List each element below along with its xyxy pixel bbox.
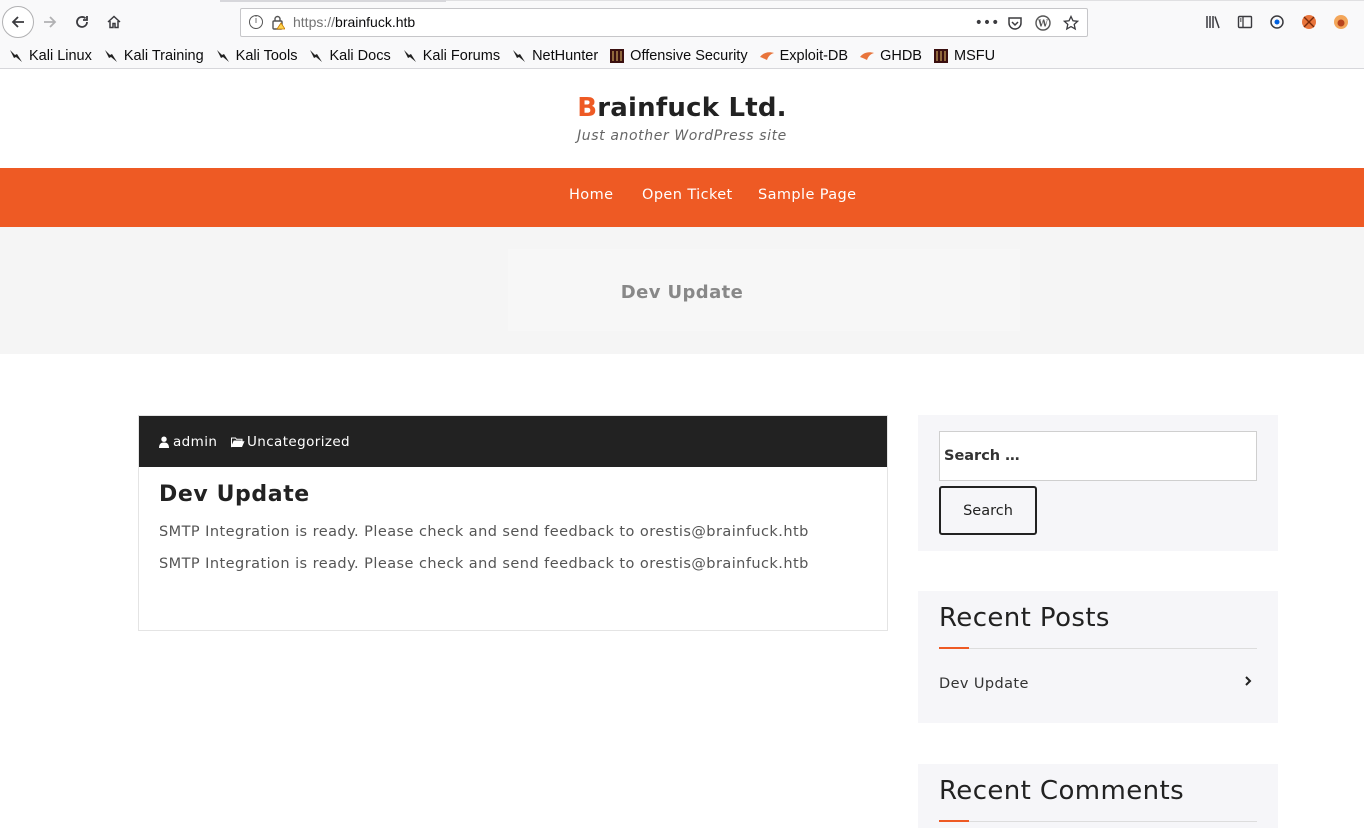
post-category-name: Uncategorized — [247, 434, 351, 450]
nav-sample-page[interactable]: Sample Page — [758, 187, 856, 203]
bookmark-offensive-security[interactable]: Offensive Security — [609, 48, 748, 64]
bookmark-label: GHDB — [880, 48, 922, 64]
offsec-icon — [609, 48, 625, 64]
recent-posts-title: Recent Posts — [939, 603, 1110, 633]
bookmark-kali-docs[interactable]: Kali Docs — [308, 48, 391, 64]
recent-posts-widget: Recent Posts Dev Update — [918, 591, 1278, 723]
post-meta-bar: admin Uncategorized — [139, 416, 887, 467]
bookmark-kali-linux[interactable]: Kali Linux — [8, 48, 92, 64]
bookmark-label: Exploit-DB — [779, 48, 849, 64]
tab-strip-edge — [220, 0, 446, 2]
banner-title: Dev Update — [620, 282, 744, 303]
folder-open-icon — [231, 437, 245, 447]
kali-dragon-icon — [402, 48, 418, 64]
pocket-icon[interactable] — [1003, 12, 1027, 34]
main-navigation: Home Open Ticket Sample Page — [0, 168, 1364, 227]
bookmark-exploit-db[interactable]: Exploit-DB — [759, 48, 849, 64]
back-button[interactable] — [2, 6, 34, 38]
bookmark-msfu[interactable]: MSFU — [933, 48, 995, 64]
kali-dragon-icon — [103, 48, 119, 64]
arrow-left-icon — [11, 16, 24, 28]
bookmark-kali-forums[interactable]: Kali Forums — [402, 48, 500, 64]
bookmark-label: Kali Docs — [329, 48, 391, 64]
nav-home[interactable]: Home — [569, 187, 613, 203]
foxyproxy-icon[interactable] — [1328, 11, 1354, 33]
bookmark-label: Kali Forums — [422, 48, 501, 64]
bookmark-ghdb[interactable]: GHDB — [859, 48, 922, 64]
site-title-initial: B — [577, 93, 598, 123]
widget-divider — [939, 648, 1257, 649]
site-title-rest: rainfuck Ltd. — [597, 93, 787, 123]
arrow-right-icon — [44, 16, 57, 28]
offsec-icon — [933, 48, 949, 64]
site-header: Brainfuck Ltd. Just another WordPress si… — [0, 69, 1364, 168]
bookmark-kali-tools[interactable]: Kali Tools — [215, 48, 298, 64]
page-actions-icon[interactable]: ••• — [975, 12, 1000, 34]
library-icon[interactable] — [1200, 11, 1226, 33]
post-paragraph: SMTP Integration is ready. Please check … — [159, 524, 809, 540]
widget-accent-line — [939, 820, 969, 822]
exploitdb-icon — [759, 48, 775, 64]
bookmark-kali-training[interactable]: Kali Training — [103, 48, 204, 64]
exploitdb-icon — [859, 48, 875, 64]
reload-button[interactable] — [66, 6, 98, 38]
nav-open-ticket[interactable]: Open Ticket — [642, 187, 733, 203]
url-bar[interactable]: i https://brainfuck.htb ••• W — [240, 8, 1088, 37]
home-button[interactable] — [98, 6, 130, 38]
home-icon — [107, 15, 121, 29]
post-author-name: admin — [173, 434, 218, 450]
site-tagline: Just another WordPress site — [577, 128, 787, 144]
reload-icon — [76, 16, 88, 28]
search-button[interactable]: Search — [939, 486, 1037, 535]
bookmark-star-icon[interactable] — [1059, 12, 1083, 34]
kali-dragon-icon — [308, 48, 324, 64]
url-text[interactable]: https://brainfuck.htb — [293, 14, 415, 30]
url-scheme: https:// — [293, 14, 336, 30]
kali-dragon-icon — [215, 48, 231, 64]
search-input[interactable] — [939, 431, 1257, 481]
kali-dragon-icon — [511, 48, 527, 64]
url-host: brainfuck.htb — [335, 14, 416, 30]
extension-icon[interactable] — [1296, 11, 1322, 33]
forward-button[interactable] — [34, 6, 66, 38]
bookmark-label: Kali Tools — [235, 48, 298, 64]
post-author[interactable]: admin — [159, 434, 217, 450]
widget-divider — [939, 821, 1257, 822]
post-paragraph: SMTP Integration is ready. Please check … — [159, 556, 809, 572]
search-widget: Search — [918, 415, 1278, 551]
post-card: admin Uncategorized Dev Update SMTP Inte… — [138, 415, 888, 631]
recent-post-link[interactable]: Dev Update — [939, 676, 1029, 692]
sidebar-icon[interactable] — [1232, 11, 1258, 33]
info-icon[interactable]: i — [249, 15, 263, 29]
sync-icon[interactable] — [1264, 11, 1290, 33]
svg-text:W: W — [1037, 20, 1049, 30]
bookmark-nethunter[interactable]: NetHunter — [511, 48, 598, 64]
widget-accent-line — [939, 647, 969, 649]
bookmark-label: Kali Linux — [29, 48, 92, 64]
user-icon — [159, 436, 169, 448]
recent-comments-title: Recent Comments — [939, 776, 1185, 806]
post-title[interactable]: Dev Update — [159, 482, 310, 507]
kali-dragon-icon — [8, 48, 24, 64]
bookmark-label: Kali Training — [123, 48, 204, 64]
browser-toolbar: i https://brainfuck.htb ••• W — [0, 0, 1364, 44]
site-title[interactable]: Brainfuck Ltd. — [0, 93, 1364, 123]
insecure-lock-icon[interactable] — [271, 14, 285, 30]
wordpress-icon[interactable]: W — [1031, 12, 1055, 34]
chevron-right-icon[interactable] — [1244, 675, 1252, 691]
post-category[interactable]: Uncategorized — [231, 434, 350, 450]
bookmark-label: NetHunter — [532, 48, 599, 64]
bookmark-label: Offensive Security — [630, 48, 748, 64]
tab-strip-edge-right — [446, 0, 1364, 1]
recent-comments-widget: Recent Comments — [918, 764, 1278, 828]
bookmarks-toolbar: Kali Linux Kali Training Kali Tools Kali… — [0, 44, 1364, 69]
page-banner: Dev Update — [0, 227, 1364, 354]
bookmark-label: MSFU — [953, 48, 996, 64]
